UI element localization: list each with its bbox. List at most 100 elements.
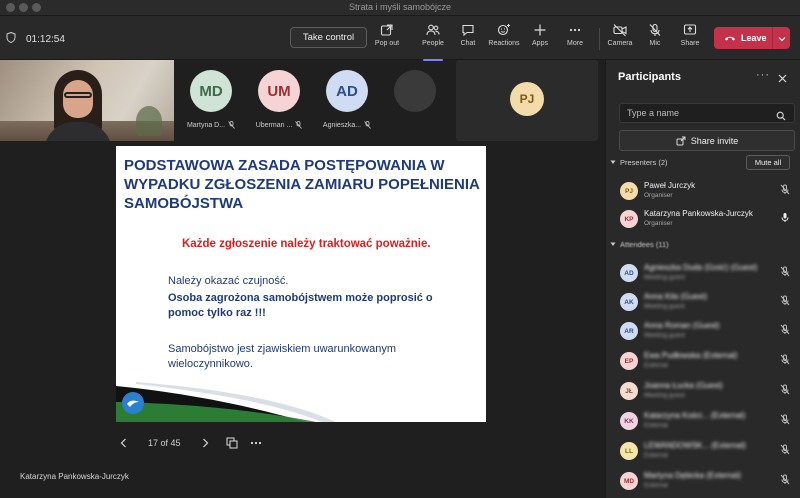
avatar: AD xyxy=(620,264,638,282)
close-panel-button[interactable] xyxy=(778,70,787,88)
pop-out-label: Pop out xyxy=(374,40,400,47)
mic-off-icon xyxy=(780,414,790,425)
avatar: PJ xyxy=(510,82,544,116)
slide-decoration xyxy=(116,382,336,422)
presenter-video[interactable] xyxy=(0,60,174,141)
video-tile[interactable]: AD Agnieszka... xyxy=(313,60,381,141)
take-control-button[interactable]: Take control xyxy=(290,27,367,48)
participants-panel: Participants ··· Share invite Presenters… xyxy=(605,60,800,498)
participant-role: External xyxy=(644,452,668,459)
leave-options-button[interactable] xyxy=(773,29,790,47)
mic-off-icon xyxy=(228,121,235,129)
chevron-down-icon xyxy=(778,37,785,42)
avatar: UM xyxy=(258,70,300,112)
avatar: KP xyxy=(620,210,638,228)
mic-off-icon xyxy=(780,266,790,277)
participant-name: Anna Kila (Guest) xyxy=(644,292,708,301)
participant-name: Uberman ... xyxy=(255,121,293,129)
mic-off-icon xyxy=(780,444,790,455)
participant-row[interactable]: PJ Paweł Jurczyk Organiser xyxy=(618,179,798,203)
slide-navigation: 17 of 45 xyxy=(116,434,263,452)
participant-name: Katarzyna Pankowska-Jurczyk xyxy=(644,209,753,218)
video-tile[interactable]: UM Uberman ... xyxy=(245,60,313,141)
chat-button[interactable]: Chat xyxy=(448,23,488,57)
title-bar: Strata i myśli samobójcze xyxy=(0,0,800,16)
avatar xyxy=(394,70,436,112)
share-button[interactable]: Share xyxy=(670,23,710,57)
mute-all-button[interactable]: Mute all xyxy=(746,155,790,170)
close-icon xyxy=(778,74,787,83)
mic-off-icon xyxy=(295,121,303,129)
reactions-button[interactable]: Reactions xyxy=(484,23,524,57)
panel-more-button[interactable]: ··· xyxy=(756,69,770,81)
mic-off-icon xyxy=(649,23,661,36)
avatar: EP xyxy=(620,352,638,370)
leave-button[interactable]: Leave xyxy=(714,27,790,49)
avatar: JŁ xyxy=(620,382,638,400)
participant-row[interactable]: JŁ Joanna Łucka (Guest) Meeting guest xyxy=(618,379,798,403)
presenters-section-toggle[interactable]: Presenters (2) xyxy=(610,158,668,167)
share-invite-label: Share invite xyxy=(690,135,739,146)
participant-row[interactable]: AK Anna Kila (Guest) Meeting guest xyxy=(618,290,798,314)
video-tile-more[interactable] xyxy=(381,60,449,141)
reactions-icon xyxy=(497,24,510,36)
participant-row[interactable]: MD Martyna Dębicka (External) External xyxy=(618,469,798,493)
participant-row[interactable]: EP Ewa Pudłowska (External) External xyxy=(618,349,798,373)
avatar: PJ xyxy=(620,182,638,200)
chat-icon xyxy=(462,24,474,37)
participant-row[interactable]: KK Katarzyna Kości... (External) Externa… xyxy=(618,409,798,433)
more-icon xyxy=(250,441,261,445)
window-title: Strata i myśli samobójcze xyxy=(348,2,452,12)
previous-slide-button[interactable] xyxy=(116,435,130,451)
phone-hangup-icon xyxy=(725,36,735,41)
participant-name: Agnieszka Duda (Gość) (Guest) xyxy=(644,263,758,272)
attendees-section-toggle[interactable]: Attendees (11) xyxy=(610,240,669,249)
participant-name: Joanna Łucka (Guest) xyxy=(644,381,723,390)
chevron-down-icon xyxy=(610,160,616,164)
reactions-label: Reactions xyxy=(488,40,520,47)
camera-button[interactable]: Camera xyxy=(600,23,640,57)
mic-off-icon xyxy=(780,184,790,195)
slide-heading: PODSTAWOWA ZASADA POSTĘPOWANIA W WYPADKU… xyxy=(124,157,480,212)
participant-row[interactable]: AD Agnieszka Duda (Gość) (Guest) Meeting… xyxy=(618,261,798,285)
slide-more-button[interactable] xyxy=(249,435,263,451)
video-tile[interactable]: MD Martyna D... xyxy=(177,60,245,141)
participant-role: Organiser xyxy=(644,220,673,227)
share-invite-button[interactable]: Share invite xyxy=(619,130,795,151)
mic-off-icon xyxy=(780,384,790,395)
mic-button[interactable]: Mic xyxy=(635,23,675,57)
avatar: AK xyxy=(620,293,638,311)
slide-sync-button[interactable] xyxy=(225,435,239,451)
more-icon xyxy=(569,28,581,32)
participant-name: Anna Roman (Guest) xyxy=(644,321,720,330)
participant-row[interactable]: AR Anna Roman (Guest) Meeting guest xyxy=(618,319,798,343)
participant-row[interactable]: KP Katarzyna Pankowska-Jurczyk Organiser xyxy=(618,207,798,231)
attendees-label: Attendees (11) xyxy=(620,240,669,249)
slides-icon xyxy=(226,437,238,449)
mic-off-icon xyxy=(780,474,790,485)
participant-name: Paweł Jurczyk xyxy=(644,181,696,190)
slide-paragraph-bold: Osoba zagrożona samobójstwem może popros… xyxy=(168,292,433,319)
participant-role: Meeting guest xyxy=(644,303,685,310)
participant-role: Meeting guest xyxy=(644,392,685,399)
presenter-name-label: Katarzyna Pankowska-Jurczyk xyxy=(20,472,129,481)
participant-name: Martyna Dębicka (External) xyxy=(644,471,741,480)
apps-button[interactable]: Apps xyxy=(520,23,560,57)
mic-off-icon xyxy=(364,121,371,129)
people-button[interactable]: People xyxy=(413,23,453,61)
meeting-timer: 01:12:54 xyxy=(26,33,65,45)
avatar: AR xyxy=(620,322,638,340)
avatar: KK xyxy=(620,412,638,430)
more-button[interactable]: More xyxy=(555,23,595,57)
pop-out-button[interactable]: Pop out xyxy=(367,23,407,57)
pop-out-icon xyxy=(380,24,393,36)
search-input[interactable] xyxy=(619,103,795,123)
shield-icon xyxy=(6,30,16,48)
chevron-left-icon xyxy=(120,438,126,448)
next-slide-button[interactable] xyxy=(199,435,213,451)
video-tile-pj[interactable]: PJ xyxy=(456,60,598,141)
apps-label: Apps xyxy=(532,40,548,47)
mic-off-icon xyxy=(780,295,790,306)
participant-row[interactable]: LL LEWANDOWSK... (External) External xyxy=(618,439,798,463)
mic-off-icon xyxy=(780,324,790,335)
